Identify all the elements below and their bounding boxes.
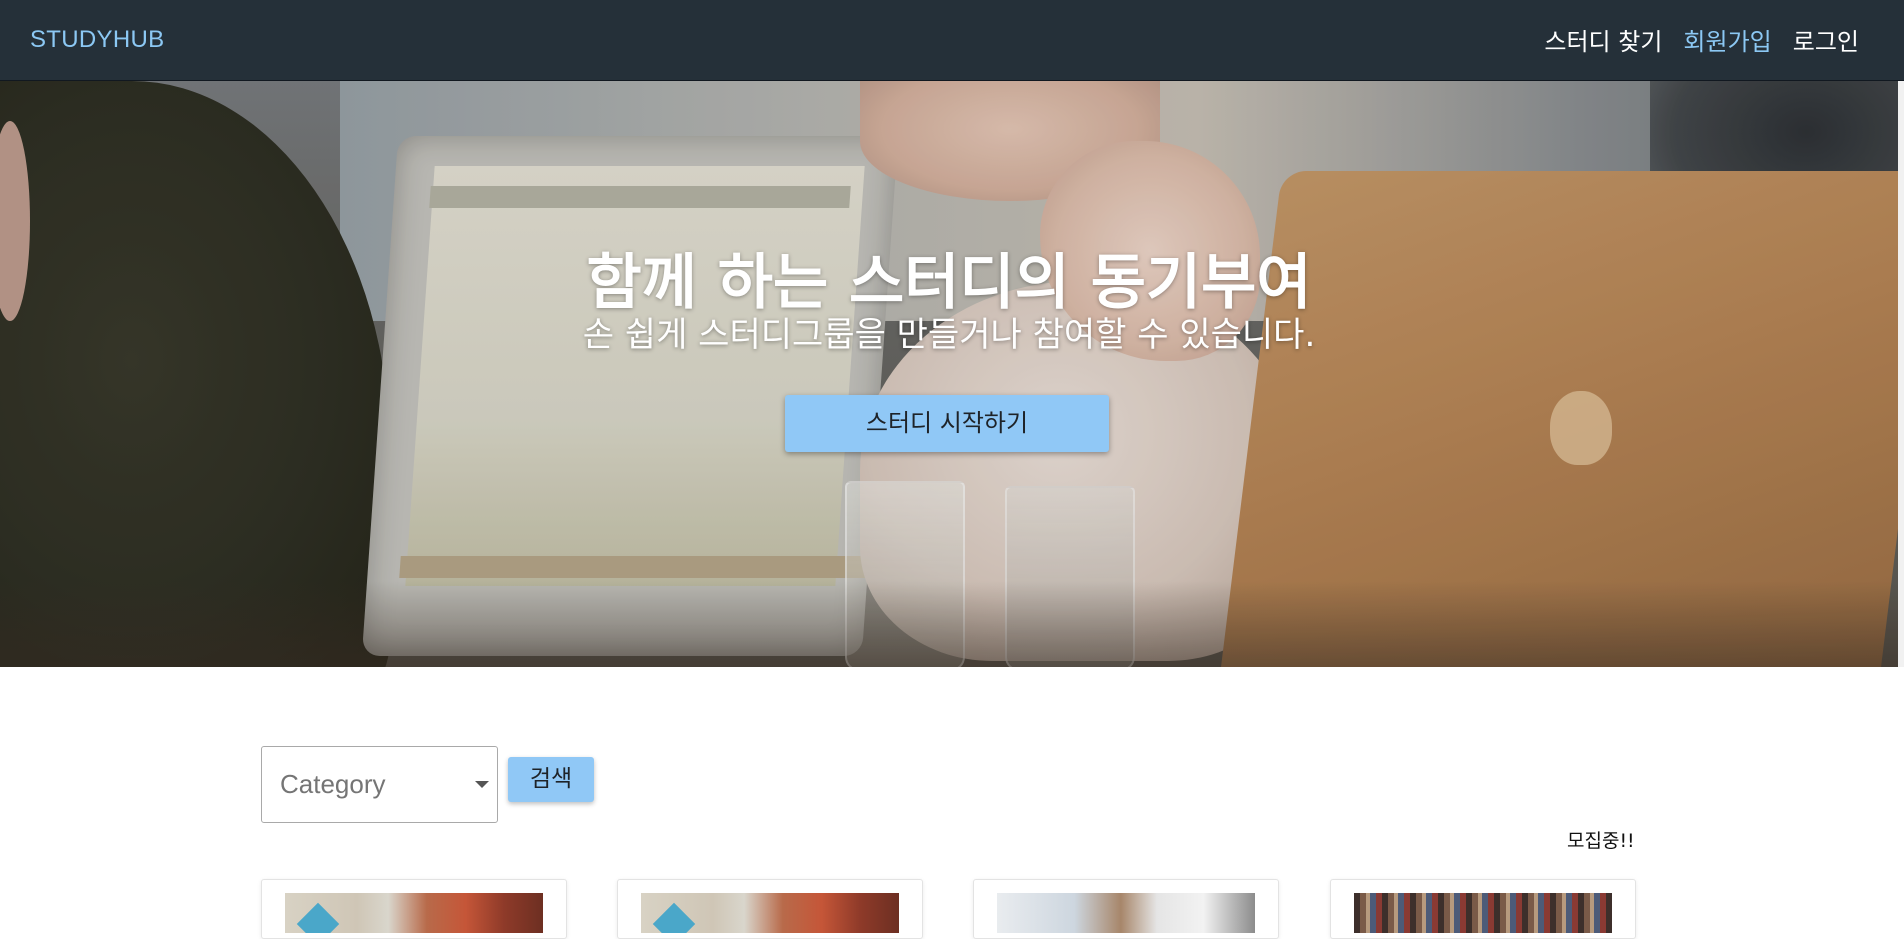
brand-logo[interactable]: STUDYHUB — [30, 26, 164, 54]
study-card[interactable] — [1330, 879, 1636, 939]
navbar: STUDYHUB 스터디 찾기 회원가입 로그인 — [0, 0, 1904, 81]
study-card[interactable] — [261, 879, 567, 939]
recruiting-status-label: 모집중!! — [1567, 830, 1635, 852]
scrollbar[interactable] — [1898, 81, 1904, 667]
card-thumbnail — [285, 893, 543, 933]
category-select-label: Category — [280, 769, 386, 799]
hero-banner: 함께 하는 스터디의 동기부여 손 쉽게 스터디그룹을 만들거나 참여할 수 있… — [0, 81, 1898, 667]
hero-subtitle: 손 쉽게 스터디그룹을 만들거나 참여할 수 있습니다. — [582, 315, 1316, 355]
start-study-button[interactable]: 스터디 시작하기 — [785, 395, 1109, 452]
nav-link-find-study[interactable]: 스터디 찾기 — [1544, 22, 1662, 57]
nav-link-login[interactable]: 로그인 — [1793, 22, 1859, 57]
chevron-down-icon — [475, 781, 489, 788]
card-thumbnail — [997, 893, 1255, 933]
nav-link-signup[interactable]: 회원가입 — [1683, 22, 1771, 57]
nav-links: 스터디 찾기 회원가입 로그인 — [1544, 22, 1859, 57]
card-thumbnail — [641, 893, 899, 933]
category-select[interactable]: Category — [261, 746, 498, 823]
hero-background-image — [0, 81, 1898, 667]
study-card[interactable] — [617, 879, 923, 939]
search-button[interactable]: 검색 — [508, 757, 594, 802]
study-card[interactable] — [973, 879, 1279, 939]
card-thumbnail — [1354, 893, 1612, 933]
